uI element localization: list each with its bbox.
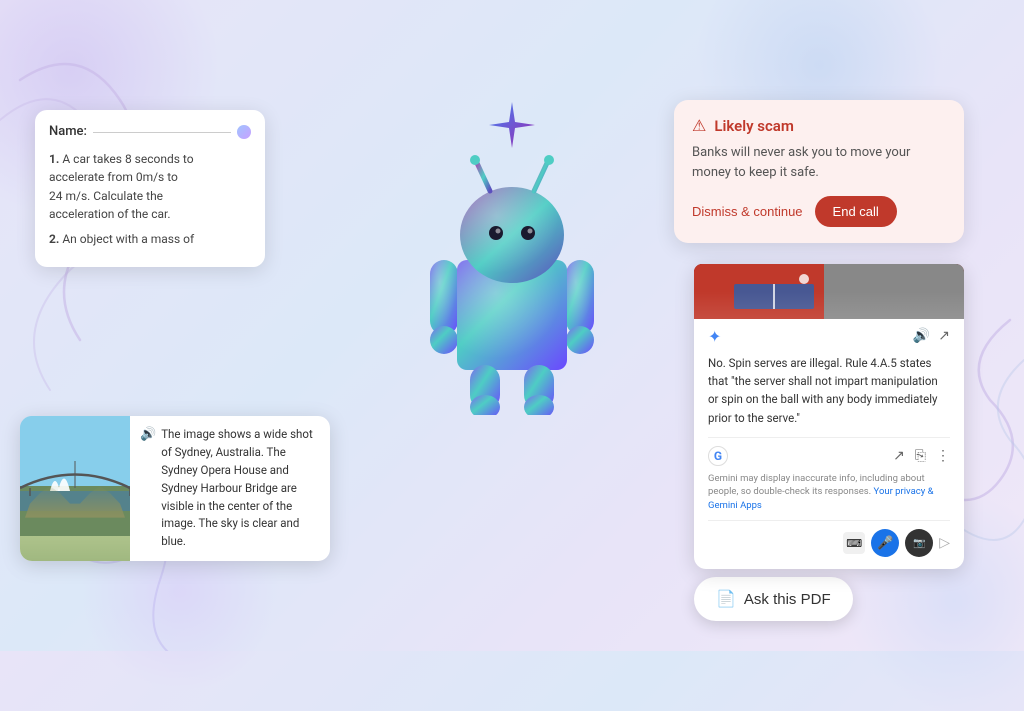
sydney-text-area: 🔊 The image shows a wide shot of Sydney,… <box>130 416 330 561</box>
scam-title: Likely scam <box>714 117 794 135</box>
sydney-description: The image shows a wide shot of Sydney, A… <box>161 426 320 551</box>
spin-action-icons: 🔊 ↗ <box>913 328 950 344</box>
google-bar: G ↗ ⎘ ⋮ <box>708 437 950 466</box>
more-icon[interactable]: ⋮ <box>936 448 950 464</box>
question-1: 1. A car takes 8 seconds to accelerate f… <box>49 150 251 224</box>
external-link-icon[interactable]: ↗ <box>938 328 950 344</box>
audio-icon[interactable]: 🔊 <box>913 328 930 344</box>
sydney-card: 🔊 The image shows a wide shot of Sydney,… <box>20 416 330 561</box>
keyboard-icon[interactable]: ⌨ <box>843 532 865 554</box>
speaker-icon: 🔊 <box>140 427 156 442</box>
scam-header: ⚠ Likely scam <box>692 116 946 135</box>
question-2: 2. An object with a mass of <box>49 230 251 249</box>
spin-bar-icons: ↗ ⎘ ⋮ <box>893 448 950 464</box>
scam-actions: Dismiss & continue End call <box>692 196 946 227</box>
end-call-button[interactable]: End call <box>815 196 897 227</box>
scam-warning-card: ⚠ Likely scam Banks will never ask you t… <box>674 100 964 243</box>
worksheet-questions: 1. A car takes 8 seconds to accelerate f… <box>49 150 251 250</box>
name-row: Name: <box>49 122 251 142</box>
android-figure <box>392 120 632 440</box>
worksheet-card: Name: 1. A car takes 8 seconds to accele… <box>35 110 265 267</box>
share-icon[interactable]: ↗ <box>893 448 905 464</box>
android-svg <box>412 145 612 415</box>
mic-button[interactable]: 🎤 <box>871 529 899 557</box>
dismiss-button[interactable]: Dismiss & continue <box>692 204 803 219</box>
name-label: Name: <box>49 122 87 142</box>
spin-header: ✦ 🔊 ↗ <box>708 327 950 346</box>
spin-rule-text: No. Spin serves are illegal. Rule 4.A.5 … <box>708 354 950 428</box>
send-icon[interactable]: ▷ <box>939 535 950 551</box>
bottom-right-area: ✦ 🔊 ↗ No. Spin serves are illegal. Rule … <box>694 264 964 621</box>
google-logo: G <box>708 446 728 466</box>
spin-footer: Gemini may display inaccurate info, incl… <box>708 472 950 512</box>
name-underline <box>93 132 231 133</box>
spin-input-bar: ⌨ 🎤 📷 ▷ <box>708 520 950 557</box>
ask-pdf-button[interactable]: 📄 Ask this PDF <box>694 577 853 621</box>
gemini-icon: ✦ <box>708 327 721 346</box>
input-icons: ⌨ 🎤 📷 ▷ <box>843 529 950 557</box>
gemini-sparkle-container <box>487 100 537 159</box>
pdf-icon: 📄 <box>716 589 736 609</box>
camera-button[interactable]: 📷 <box>905 529 933 557</box>
speaker-row: 🔊 The image shows a wide shot of Sydney,… <box>140 426 320 551</box>
spin-card-image <box>694 264 964 319</box>
spin-rule-card: ✦ 🔊 ↗ No. Spin serves are illegal. Rule … <box>694 264 964 569</box>
copy-icon[interactable]: ⎘ <box>915 448 926 464</box>
scam-body: Banks will never ask you to move your mo… <box>692 143 946 182</box>
ask-pdf-label: Ask this PDF <box>744 591 831 608</box>
sydney-image <box>20 416 130 561</box>
color-indicator <box>237 125 251 139</box>
warning-icon: ⚠ <box>692 116 706 135</box>
